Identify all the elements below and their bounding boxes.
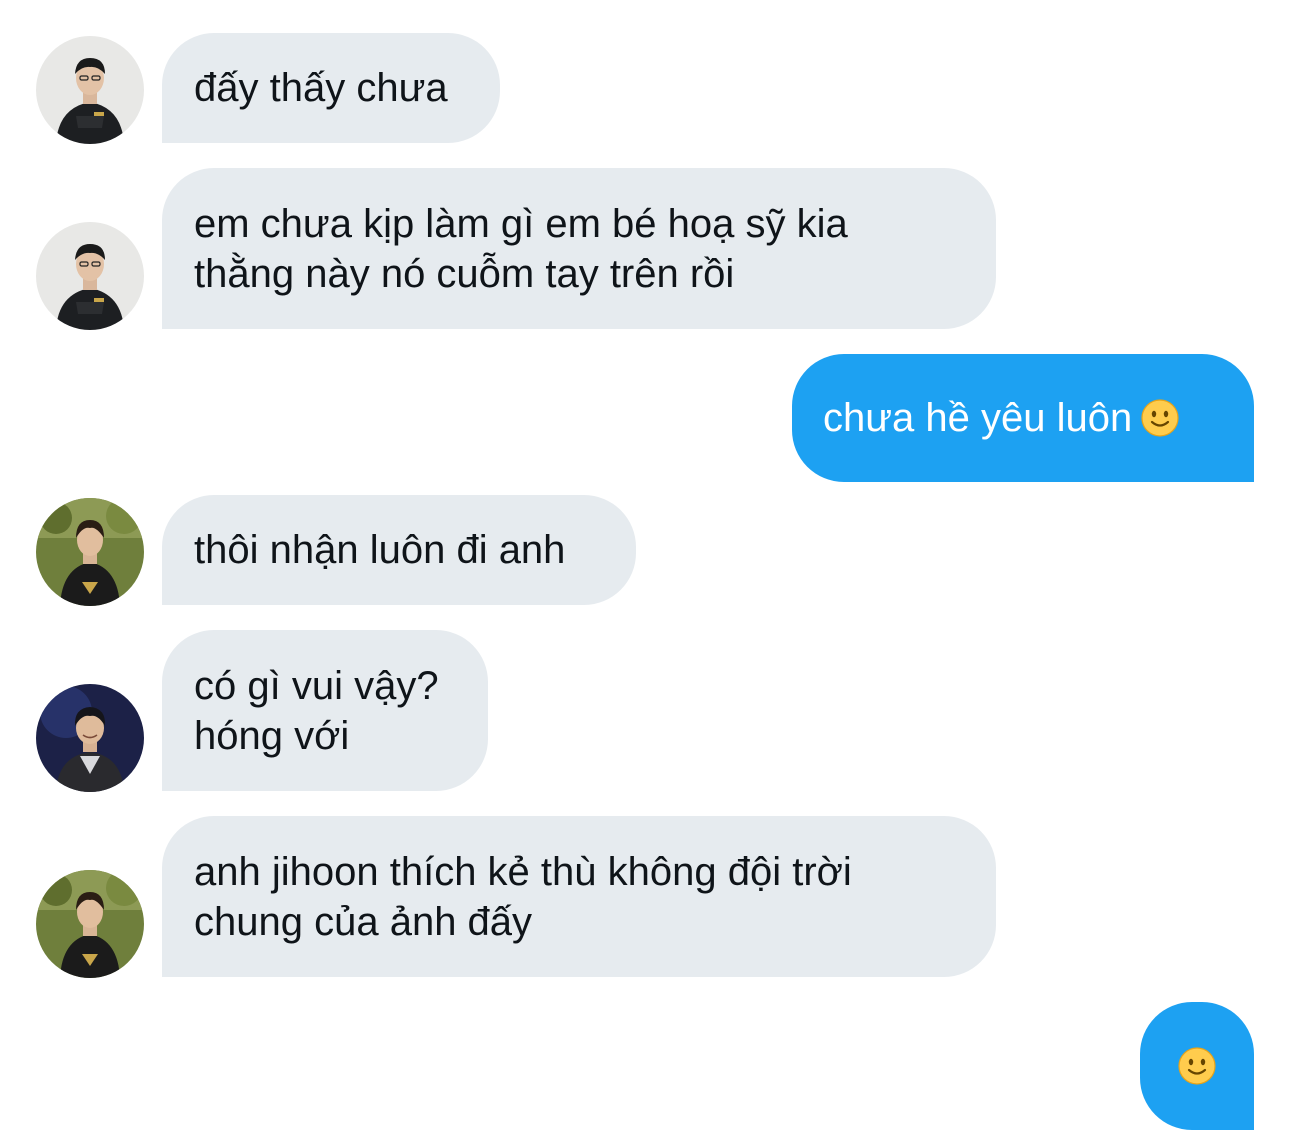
message-bubble[interactable]: anh jihoon thích kẻ thù không đội trời c… <box>162 816 996 977</box>
message-bubble[interactable]: thôi nhận luôn đi anh <box>162 495 636 605</box>
message-text: chung của ảnh đấy <box>194 899 533 944</box>
avatar[interactable] <box>36 684 144 792</box>
avatar[interactable] <box>36 36 144 144</box>
avatar[interactable] <box>36 222 144 330</box>
message-text: anh jihoon thích kẻ thù không đội trời <box>194 849 852 894</box>
slightly-smiling-face-icon <box>1140 398 1180 438</box>
message-text: chưa hề yêu luôn <box>823 396 1133 440</box>
message-text: em chưa kịp làm gì em bé hoạ sỹ kia <box>194 201 848 246</box>
slightly-smiling-face-icon <box>1177 1046 1217 1086</box>
message-bubble[interactable]: có gì vui vậy? hóng với <box>162 630 488 791</box>
message-text: thằng này nó cuỗm tay trên rồi <box>194 251 735 296</box>
avatar-black-jacket <box>36 36 144 144</box>
avatar-outdoor-jersey <box>36 870 144 978</box>
message-text: hóng với <box>194 713 350 758</box>
avatar-black-jacket <box>36 222 144 330</box>
avatar[interactable] <box>36 498 144 606</box>
avatar-stage-suit <box>36 684 144 792</box>
message-text: đấy thấy chưa <box>194 66 448 110</box>
message-bubble[interactable]: chưa hề yêu luôn <box>792 354 1254 482</box>
message-text: có gì vui vậy? <box>194 663 439 708</box>
message-bubble[interactable] <box>1140 1002 1254 1130</box>
message-bubble[interactable]: đấy thấy chưa <box>162 33 500 143</box>
message-bubble[interactable]: em chưa kịp làm gì em bé hoạ sỹ kia thằn… <box>162 168 996 329</box>
avatar-outdoor-jersey <box>36 498 144 606</box>
message-text: thôi nhận luôn đi anh <box>194 528 566 572</box>
avatar[interactable] <box>36 870 144 978</box>
